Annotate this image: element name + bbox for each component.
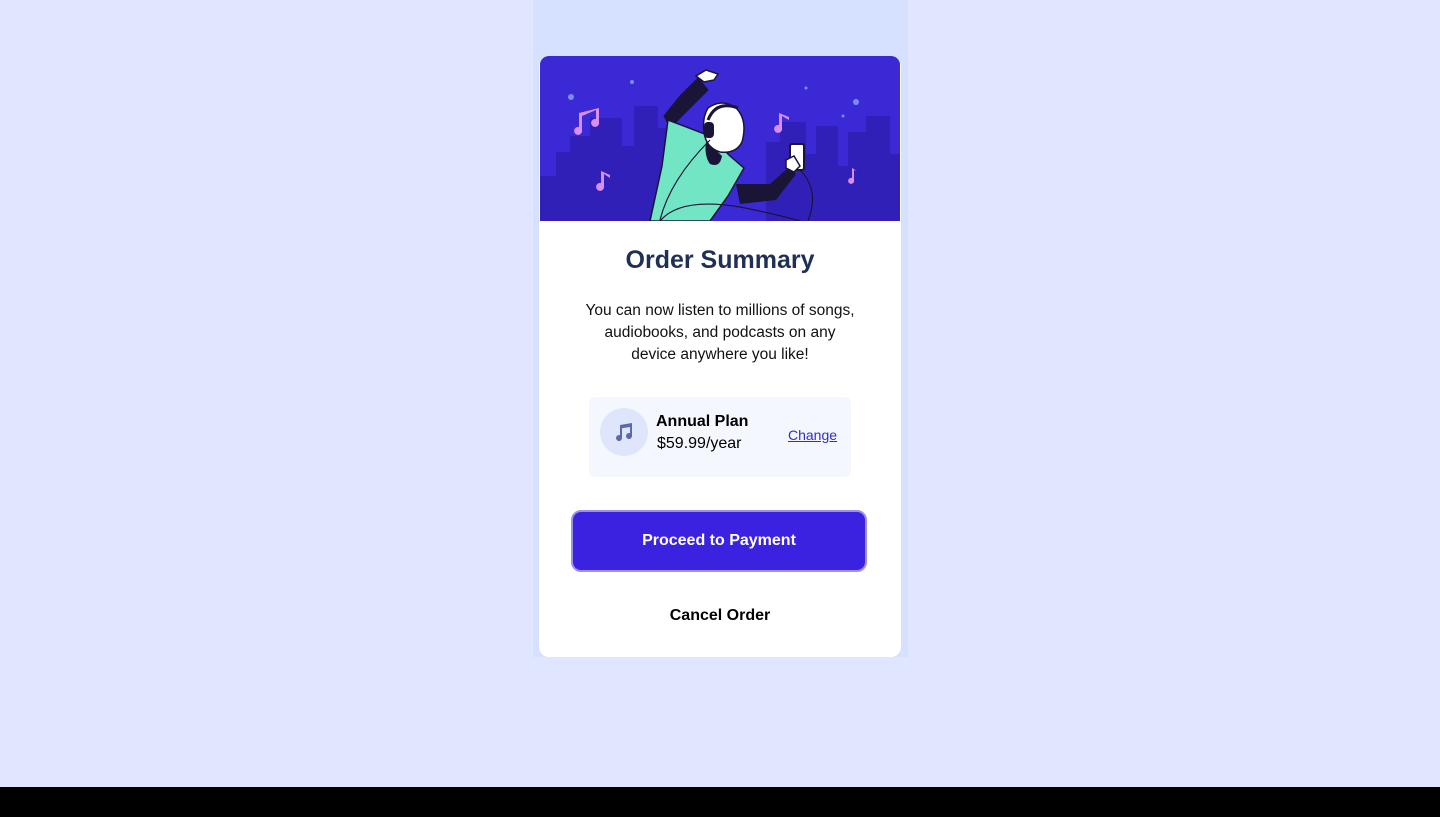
hero-illustration (540, 56, 900, 221)
change-plan-link[interactable]: Change (788, 427, 837, 443)
order-description: You can now listen to millions of songs,… (585, 302, 855, 363)
music-note-icon (600, 408, 648, 456)
plan-price: $59.99/year (657, 435, 742, 452)
cancel-order-button[interactable]: Cancel Order (539, 607, 901, 625)
proceed-to-payment-button[interactable]: Proceed to Payment (571, 510, 867, 572)
plan-name: Annual Plan (656, 413, 749, 430)
page-title: Order Summary (625, 246, 815, 274)
plan-summary: Annual Plan $59.99/year Change (589, 397, 851, 477)
order-summary-card: Order Summary You can now listen to mill… (539, 56, 901, 657)
